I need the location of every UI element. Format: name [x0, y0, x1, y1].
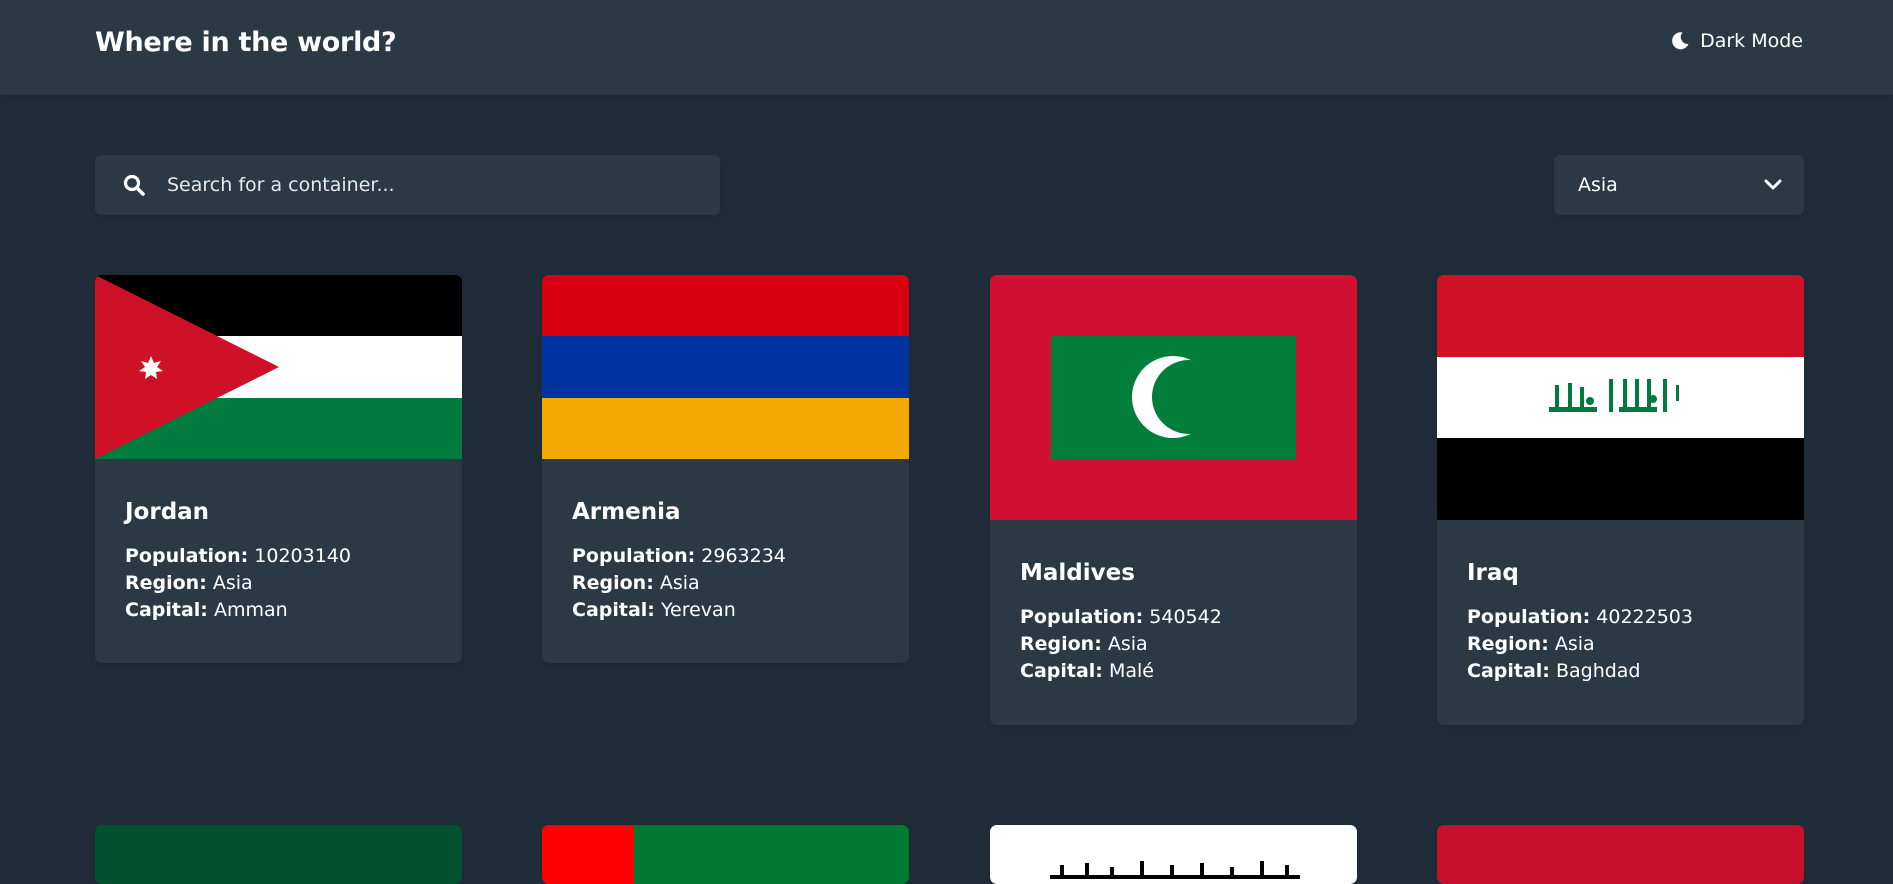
region-line: Region: Asia	[125, 570, 432, 597]
population-value: 540542	[1149, 606, 1222, 628]
moon-icon	[1670, 31, 1690, 51]
capital-line: Capital: Malé	[1020, 658, 1327, 685]
population-line: Population: 540542	[1020, 604, 1327, 631]
capital-value: Baghdad	[1555, 660, 1641, 682]
app-title: Where in the world?	[95, 27, 397, 58]
region-filter-value: Asia	[1578, 174, 1618, 196]
region-filter-select[interactable]: Asia	[1554, 155, 1804, 215]
country-card[interactable]: Jordan Population: 10203140 Region: Asia…	[95, 275, 462, 663]
region-label: Region:	[1467, 633, 1549, 655]
population-value: 10203140	[254, 545, 351, 567]
region-line: Region: Asia	[572, 570, 879, 597]
region-label: Region:	[125, 572, 207, 594]
country-card[interactable]: Maldives Population: 540542 Region: Asia…	[990, 275, 1357, 725]
country-card[interactable]	[542, 825, 909, 884]
dark-mode-toggle[interactable]: Dark Mode	[1670, 30, 1803, 52]
armenia-flag-image	[542, 275, 909, 459]
region-line: Region: Asia	[1467, 631, 1774, 658]
capital-label: Capital:	[1020, 660, 1103, 682]
region-value: Asia	[1107, 633, 1148, 655]
capital-label: Capital:	[1467, 660, 1550, 682]
capital-label: Capital:	[125, 599, 208, 621]
population-line: Population: 40222503	[1467, 604, 1774, 631]
country-name: Jordan	[125, 499, 210, 525]
population-label: Population:	[572, 545, 696, 567]
country-card[interactable]	[990, 825, 1357, 884]
flag-image	[542, 825, 909, 884]
region-value: Asia	[1554, 633, 1595, 655]
capital-line: Capital: Baghdad	[1467, 658, 1774, 685]
country-card[interactable]: Iraq Population: 40222503 Region: Asia C…	[1437, 275, 1804, 725]
dark-mode-label: Dark Mode	[1700, 30, 1803, 52]
search-icon	[123, 174, 145, 196]
iraq-flag-image	[1437, 275, 1804, 520]
population-value: 2963234	[701, 545, 786, 567]
region-value: Asia	[212, 572, 253, 594]
population-label: Population:	[1020, 606, 1144, 628]
flag-image	[990, 825, 1357, 884]
population-line: Population: 2963234	[572, 543, 879, 570]
search-box[interactable]	[95, 155, 720, 215]
capital-value: Malé	[1108, 660, 1154, 682]
region-label: Region:	[572, 572, 654, 594]
jordan-flag-image	[95, 275, 462, 459]
region-line: Region: Asia	[1020, 631, 1327, 658]
region-label: Region:	[1020, 633, 1102, 655]
population-label: Population:	[1467, 606, 1591, 628]
capital-line: Capital: Yerevan	[572, 597, 879, 624]
maldives-flag-image	[990, 275, 1357, 520]
population-value: 40222503	[1596, 606, 1693, 628]
country-name: Maldives	[1020, 560, 1135, 586]
capital-value: Yerevan	[660, 599, 736, 621]
population-label: Population:	[125, 545, 249, 567]
search-input[interactable]	[165, 173, 720, 197]
flag-image	[95, 825, 462, 884]
country-name: Armenia	[572, 499, 681, 525]
flag-image	[1437, 825, 1804, 884]
country-card[interactable]	[1437, 825, 1804, 884]
population-line: Population: 10203140	[125, 543, 432, 570]
header-bar: Where in the world? Dark Mode	[0, 0, 1893, 95]
country-card[interactable]: Armenia Population: 2963234 Region: Asia…	[542, 275, 909, 663]
chevron-down-icon	[1764, 174, 1782, 196]
region-value: Asia	[659, 572, 700, 594]
country-name: Iraq	[1467, 560, 1519, 586]
country-card[interactable]	[95, 825, 462, 884]
capital-value: Amman	[213, 599, 288, 621]
capital-label: Capital:	[572, 599, 655, 621]
capital-line: Capital: Amman	[125, 597, 432, 624]
